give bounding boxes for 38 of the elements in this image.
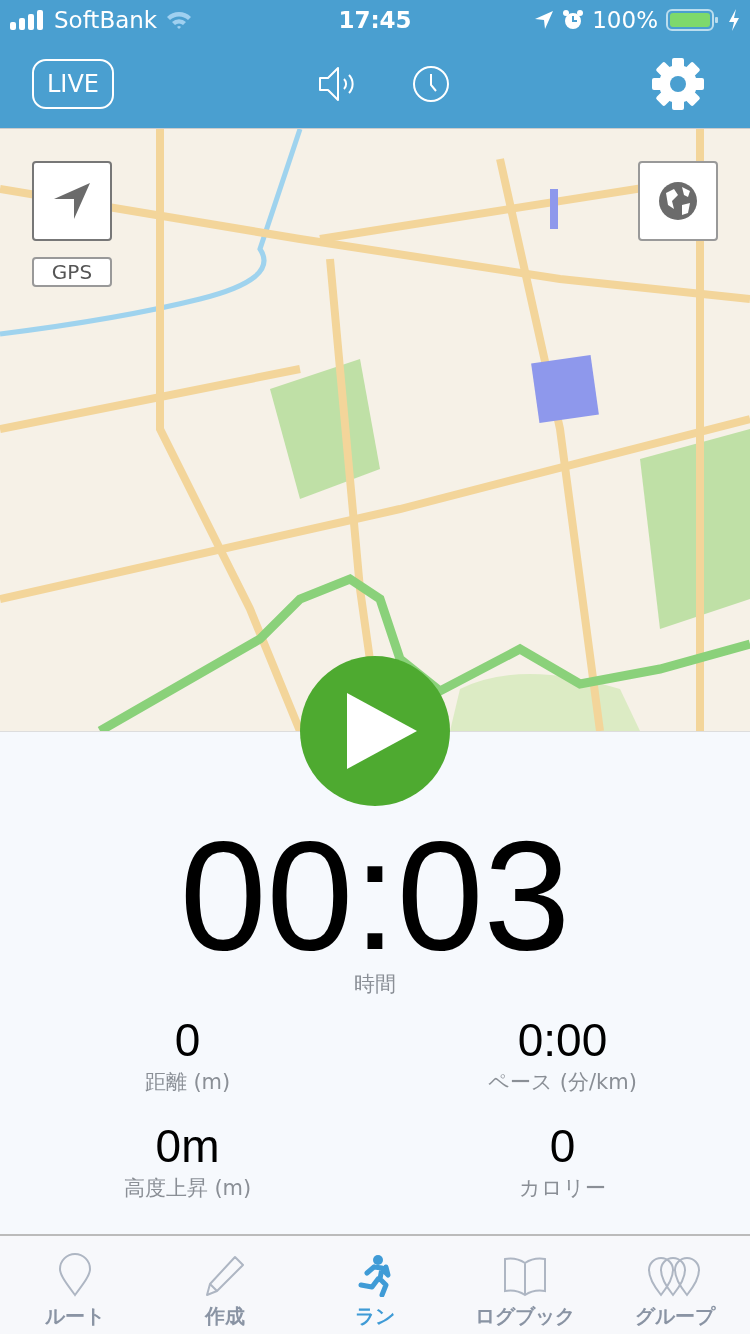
clock-icon[interactable] (412, 65, 450, 103)
tab-item[interactable]: ログブック (450, 1236, 600, 1334)
wifi-icon (165, 10, 194, 30)
settings-icon[interactable] (650, 56, 706, 112)
play-icon (345, 691, 419, 771)
location-arrow-icon (534, 10, 555, 30)
battery-percent: 100% (592, 7, 658, 33)
battery-icon (666, 8, 720, 32)
timer-value: 00:03 (179, 820, 571, 970)
location-arrow-icon (52, 181, 92, 221)
pencil-icon (205, 1255, 245, 1297)
tab-item[interactable]: グループ (600, 1236, 750, 1334)
stat-label: 高度上昇 (m) (123, 1175, 252, 1202)
stat-value: 0m (155, 1119, 220, 1174)
tab-item[interactable]: ルート (0, 1236, 150, 1334)
stat-value: 0:00 (517, 1013, 608, 1068)
stat-label: ペース (分/km) (488, 1069, 637, 1096)
book-icon (503, 1255, 547, 1297)
timer-label: 時間 (354, 971, 396, 998)
carrier-name: SoftBank (54, 7, 158, 33)
pin-icon (58, 1253, 92, 1297)
stat-value: 0 (549, 1119, 576, 1174)
location-button[interactable] (32, 161, 112, 241)
signal-icon (10, 10, 46, 30)
alarm-icon (562, 9, 585, 31)
status-time: 17:45 (338, 7, 412, 33)
map-type-button[interactable] (638, 161, 718, 241)
group-pins-icon (647, 1255, 703, 1297)
tab-item[interactable]: ラン (300, 1236, 450, 1334)
globe-icon (658, 181, 698, 221)
gps-label: GPS (32, 257, 112, 287)
runner-icon (358, 1255, 392, 1297)
tab-item[interactable]: 作成 (150, 1236, 300, 1334)
charging-icon (728, 9, 740, 31)
live-button[interactable]: LIVE (32, 59, 114, 109)
stat-value: 0 (174, 1013, 201, 1068)
stat-label: カロリー (519, 1175, 606, 1202)
stat-label: 距離 (m) (144, 1069, 231, 1096)
